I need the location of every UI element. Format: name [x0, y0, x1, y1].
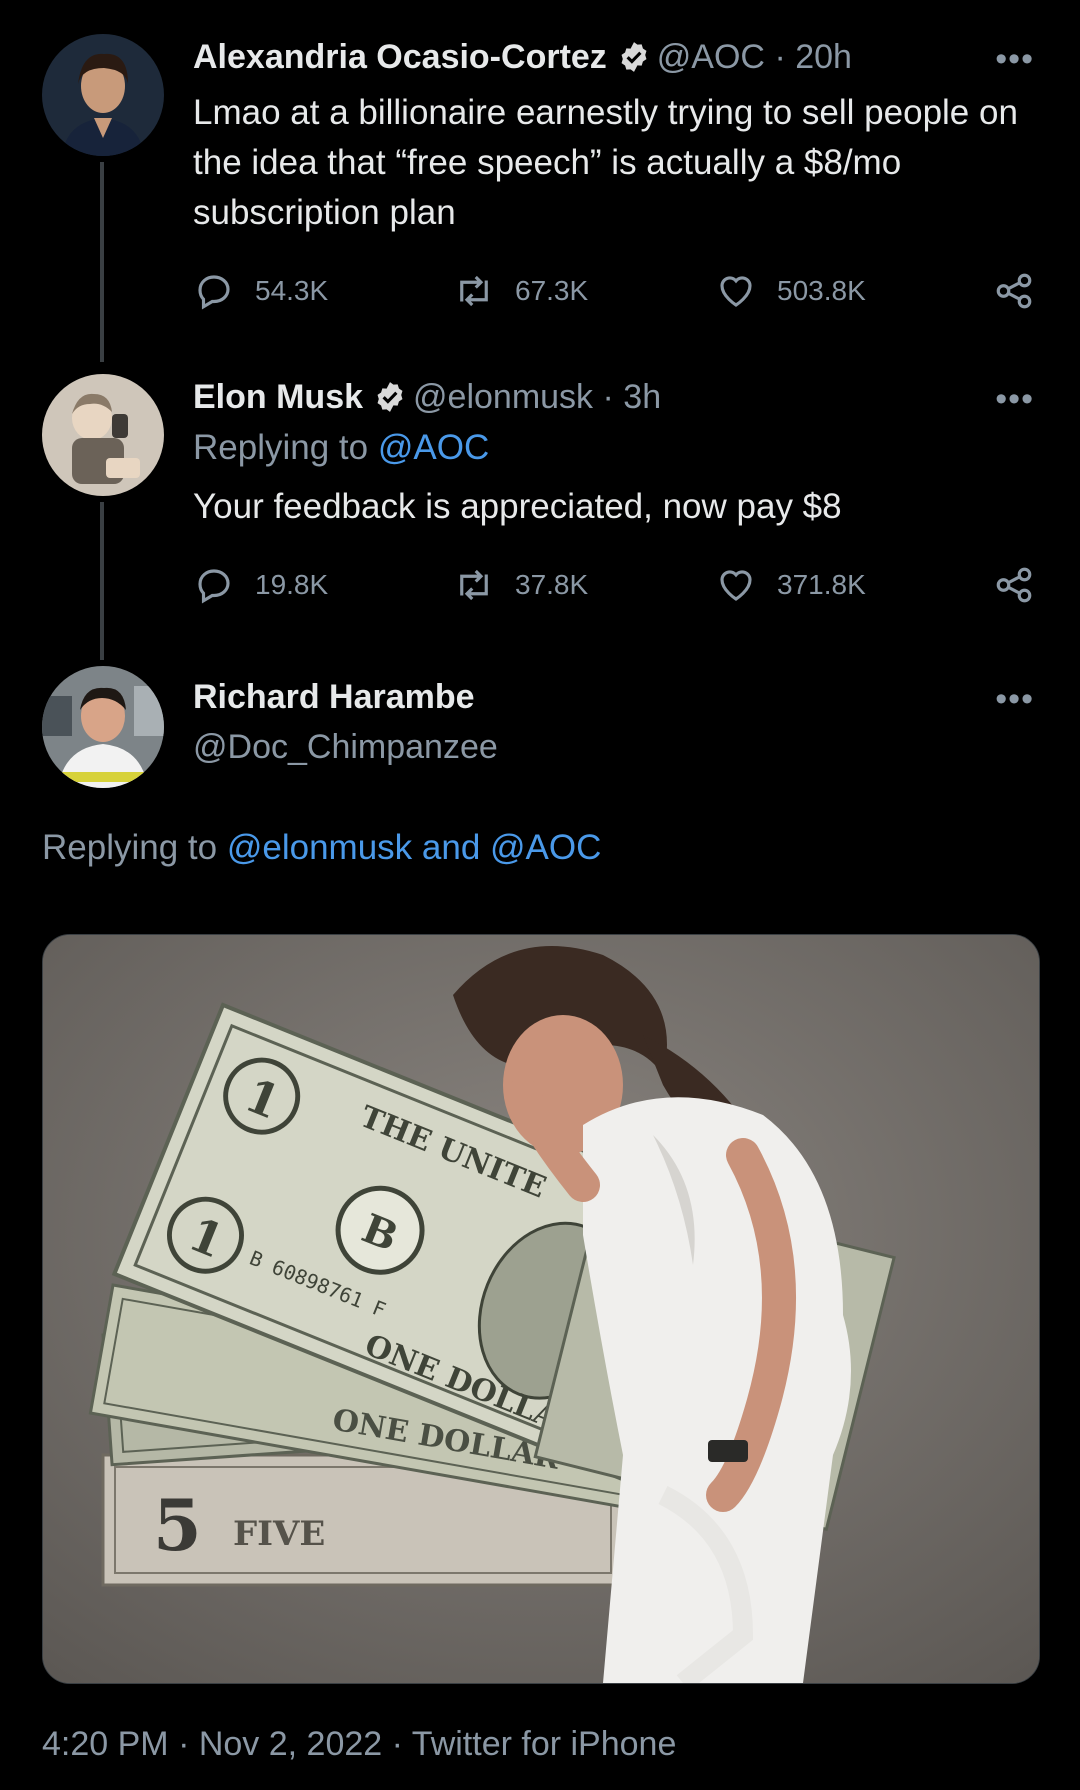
- tweet-elonmusk[interactable]: Elon Musk @elonmusk · 3h ••• Replying to…: [0, 360, 1080, 660]
- tweet-media-image[interactable]: 5 FIVE 1 ONE DOLLAR 1 1: [42, 934, 1040, 1684]
- share-icon: [996, 273, 1032, 309]
- tweet-header: Elon Musk @elonmusk · 3h: [193, 378, 661, 423]
- retweet-button[interactable]: 37.8K: [453, 564, 588, 606]
- retweet-icon: [460, 569, 488, 601]
- action-bar: 19.8K 37.8K 371.8K: [193, 564, 1043, 610]
- reply-button[interactable]: 19.8K: [193, 564, 328, 606]
- post-source: · Twitter for iPhone: [391, 1725, 677, 1763]
- reply-count: 19.8K: [255, 569, 329, 600]
- handle[interactable]: @AOC: [657, 38, 765, 76]
- more-icon[interactable]: •••: [995, 40, 1034, 79]
- thread-line: [100, 162, 104, 362]
- verified-icon: [373, 380, 407, 423]
- display-name[interactable]: Alexandria Ocasio-Cortez: [193, 38, 607, 76]
- more-icon[interactable]: •••: [995, 380, 1034, 419]
- like-icon: [720, 570, 752, 601]
- post-time[interactable]: 4:20 PM: [42, 1725, 169, 1763]
- tweet-text: Your feedback is appreciated, now pay $8: [193, 487, 842, 526]
- action-bar: 54.3K 67.3K 503.8K: [193, 270, 1043, 316]
- share-button[interactable]: [993, 270, 1035, 312]
- reply-icon: [198, 275, 230, 310]
- like-icon: [720, 276, 752, 307]
- avatar[interactable]: [42, 34, 164, 156]
- more-icon[interactable]: •••: [995, 680, 1034, 719]
- display-name[interactable]: Richard Harambe: [193, 678, 475, 716]
- svg-text:5: 5: [153, 1484, 202, 1567]
- retweet-count: 67.3K: [515, 275, 589, 306]
- mention-link[interactable]: @elonmusk and @AOC: [227, 828, 602, 867]
- avatar[interactable]: [42, 374, 164, 496]
- timestamp[interactable]: · 3h: [603, 378, 662, 416]
- reply-button[interactable]: 54.3K: [193, 270, 328, 312]
- reply-icon: [198, 569, 230, 604]
- tweet-footer: 4:20 PM · Nov 2, 2022 · Twitter for iPho…: [42, 1725, 676, 1764]
- share-button[interactable]: [993, 564, 1035, 606]
- like-button[interactable]: 503.8K: [715, 270, 866, 312]
- mention-link[interactable]: @AOC: [378, 428, 489, 467]
- timestamp[interactable]: · 20h: [774, 38, 852, 76]
- like-button[interactable]: 371.8K: [715, 564, 866, 606]
- avatar[interactable]: [42, 666, 164, 788]
- replying-to: Replying to @elonmusk and @AOC: [42, 828, 602, 867]
- display-name[interactable]: Elon Musk: [193, 378, 363, 416]
- reply-count: 54.3K: [255, 275, 329, 306]
- handle-row: @Doc_Chimpanzee: [193, 728, 498, 767]
- share-icon: [996, 567, 1032, 603]
- like-count: 371.8K: [777, 569, 866, 600]
- retweet-count: 37.8K: [515, 569, 589, 600]
- tweet-header: Alexandria Ocasio-Cortez @AOC · 20h: [193, 38, 852, 83]
- tweet-header: Richard Harambe: [193, 678, 475, 717]
- verified-icon: [617, 40, 651, 83]
- thread-line: [100, 502, 104, 660]
- handle[interactable]: @elonmusk: [413, 378, 593, 416]
- svg-text:FIVE: FIVE: [233, 1514, 325, 1554]
- post-date[interactable]: · Nov 2, 2022: [178, 1725, 382, 1763]
- tweet-aoc[interactable]: Alexandria Ocasio-Cortez @AOC · 20h ••• …: [0, 0, 1080, 362]
- like-count: 503.8K: [777, 275, 866, 306]
- tweet-text: Lmao at a billionaire earnestly trying t…: [193, 93, 1018, 232]
- handle[interactable]: @Doc_Chimpanzee: [193, 728, 498, 766]
- retweet-icon: [460, 275, 488, 307]
- replying-to: Replying to @AOC: [193, 428, 490, 467]
- retweet-button[interactable]: 67.3K: [453, 270, 588, 312]
